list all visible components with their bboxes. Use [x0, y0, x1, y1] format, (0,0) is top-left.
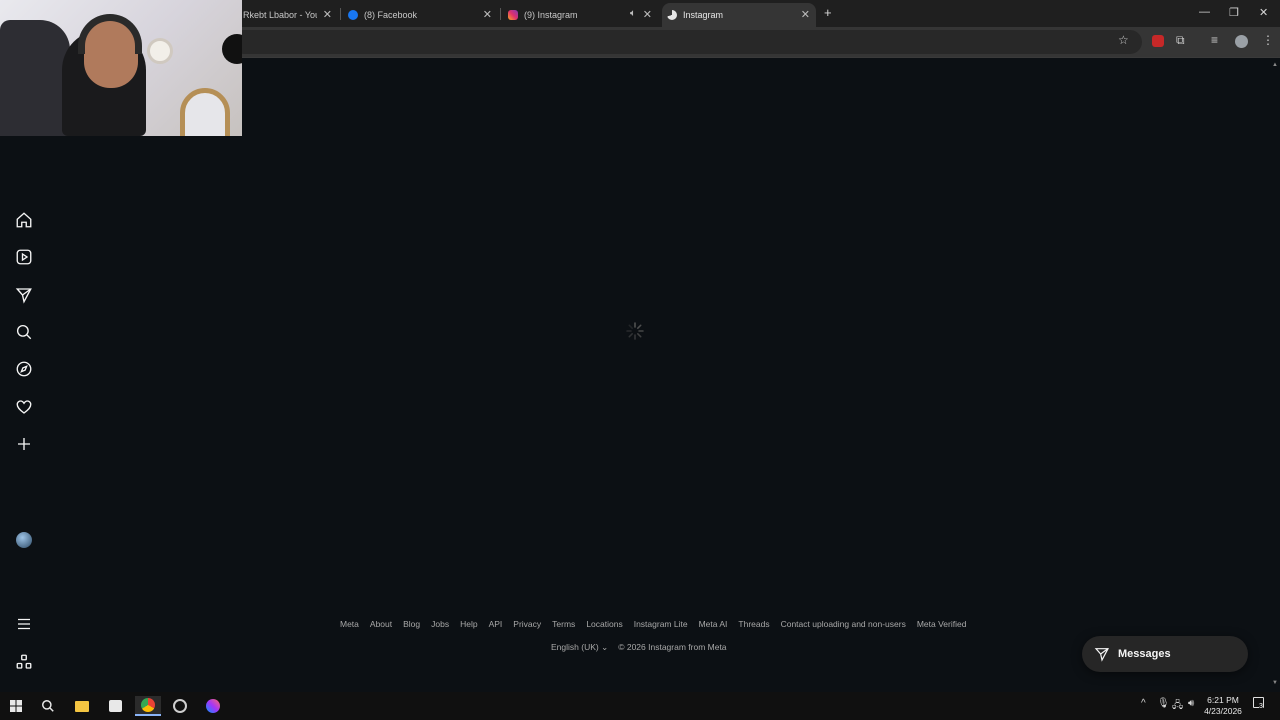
footer-link-privacy[interactable]: Privacy — [513, 619, 541, 629]
footer-link-blog[interactable]: Blog — [403, 619, 420, 629]
windows-start-icon[interactable] — [6, 696, 26, 716]
tab-title: (9) Instagram — [524, 10, 578, 20]
speaker-icon[interactable]: 🔈︎ — [630, 8, 636, 19]
messages-button[interactable]: Messages — [1082, 636, 1248, 672]
page-scrollbar[interactable]: ▲ ▼ — [1270, 58, 1280, 688]
show-hidden-icons-icon[interactable]: ^ — [1141, 698, 1146, 709]
media-control-icon[interactable]: ≡ — [1211, 33, 1218, 47]
chevron-down-icon: ⌄ — [601, 642, 609, 652]
footer-link-threads[interactable]: Threads — [738, 619, 769, 629]
footer-links: Meta About Blog Jobs Help API Privacy Te… — [340, 619, 966, 629]
restore-icon[interactable]: ❐ — [1229, 6, 1239, 19]
tab-title: Instagram — [683, 10, 724, 20]
extensions-puzzle-icon[interactable]: ⧉ — [1176, 33, 1185, 48]
taskbar-clock[interactable]: 6:21 PM 4/23/2026 — [1200, 695, 1246, 717]
tab-instagram-notifications[interactable]: (9) Instagram 🔈︎ ✕ — [508, 3, 658, 27]
scroll-up-icon[interactable]: ▲ — [1272, 62, 1278, 68]
footer-link-meta-ai[interactable]: Meta AI — [699, 619, 728, 629]
tab-title: (8) Facebook — [364, 10, 418, 20]
network-icon[interactable]: 🖧︎ — [1172, 698, 1183, 715]
loading-icon — [667, 10, 677, 20]
explore-compass-icon[interactable] — [14, 359, 34, 379]
bookmark-star-icon[interactable]: ☆ — [1118, 33, 1129, 47]
tab-instagram-active[interactable]: Instagram ✕ — [662, 3, 816, 27]
reels-icon[interactable] — [14, 247, 34, 267]
notification-count: 3 — [1259, 703, 1263, 710]
direct-messages-icon[interactable] — [14, 285, 34, 305]
extension-badge-icon[interactable] — [1152, 35, 1164, 47]
messenger-taskbar-icon[interactable] — [203, 696, 223, 716]
clock-time: 6:21 PM — [1207, 695, 1239, 705]
tab-youtube[interactable]: Rkebt Lbabor - YouT ✕ — [243, 3, 338, 27]
footer-link-jobs[interactable]: Jobs — [431, 619, 449, 629]
footer-link-meta[interactable]: Meta — [340, 619, 359, 629]
footer-link-terms[interactable]: Terms — [552, 619, 575, 629]
new-tab-icon[interactable]: + — [824, 5, 832, 20]
volume-icon[interactable]: 🔊︎ — [1188, 698, 1194, 709]
language-label: English (UK) — [551, 642, 599, 652]
chrome-taskbar-icon[interactable] — [135, 696, 161, 716]
close-tab-icon[interactable]: ✕ — [801, 8, 810, 21]
instagram-sidebar — [0, 58, 48, 688]
tab-facebook[interactable]: (8) Facebook ✕ — [348, 3, 498, 27]
footer-link-api[interactable]: API — [489, 619, 503, 629]
create-plus-icon[interactable] — [14, 434, 34, 454]
footer-link-about[interactable]: About — [370, 619, 392, 629]
copyright-text: © 2026 Instagram from Meta — [618, 642, 727, 652]
close-tab-icon[interactable]: ✕ — [643, 8, 652, 21]
taskbar-search-icon[interactable] — [38, 696, 58, 716]
windows-taskbar: ^ 🎙︎ 🖧︎ 🔊︎ 6:21 PM 4/23/2026 3 — [0, 692, 1280, 720]
screen: Rkebt Lbabor - YouT ✕ (8) Facebook ✕ (9)… — [0, 0, 1280, 720]
messages-label: Messages — [1118, 648, 1171, 660]
microsoft-store-icon[interactable] — [105, 696, 125, 716]
menu-kebab-icon[interactable]: ⋮ — [1262, 33, 1274, 47]
footer-meta: English (UK) ⌄ © 2026 Instagram from Met… — [551, 642, 727, 653]
footer-link-meta-verified[interactable]: Meta Verified — [917, 619, 967, 629]
language-selector[interactable]: English (UK) ⌄ — [551, 642, 608, 653]
also-from-meta-icon[interactable] — [14, 652, 34, 672]
facebook-icon — [348, 10, 358, 20]
footer-link-instagram-lite[interactable]: Instagram Lite — [634, 619, 688, 629]
file-explorer-icon[interactable] — [72, 696, 92, 716]
footer-link-locations[interactable]: Locations — [586, 619, 622, 629]
footer-link-help[interactable]: Help — [460, 619, 477, 629]
more-menu-icon[interactable] — [14, 614, 34, 634]
notifications-heart-icon[interactable] — [14, 397, 34, 417]
loading-spinner-icon — [626, 322, 644, 340]
search-icon[interactable] — [14, 322, 34, 342]
address-bar[interactable] — [232, 30, 1142, 54]
clock-date: 4/23/2026 — [1204, 706, 1242, 716]
minimize-icon[interactable]: — — [1199, 6, 1210, 18]
clock-app-icon[interactable] — [170, 696, 190, 716]
microphone-icon[interactable]: 🎙︎ — [1157, 698, 1170, 709]
scroll-down-icon[interactable]: ▼ — [1272, 680, 1278, 686]
home-icon[interactable] — [14, 210, 34, 230]
tab-title: Rkebt Lbabor - YouT — [243, 10, 317, 20]
instagram-icon — [508, 10, 518, 20]
profile-avatar-icon[interactable] — [1235, 35, 1248, 48]
notification-center-icon[interactable]: 3 — [1253, 697, 1264, 711]
footer-link-contact-uploading[interactable]: Contact uploading and non-users — [781, 619, 906, 629]
close-tab-icon[interactable]: ✕ — [483, 8, 492, 21]
direct-messages-icon — [1094, 648, 1109, 662]
close-window-icon[interactable]: ✕ — [1259, 6, 1268, 19]
profile-avatar[interactable] — [16, 532, 32, 548]
close-tab-icon[interactable]: ✕ — [323, 8, 332, 21]
